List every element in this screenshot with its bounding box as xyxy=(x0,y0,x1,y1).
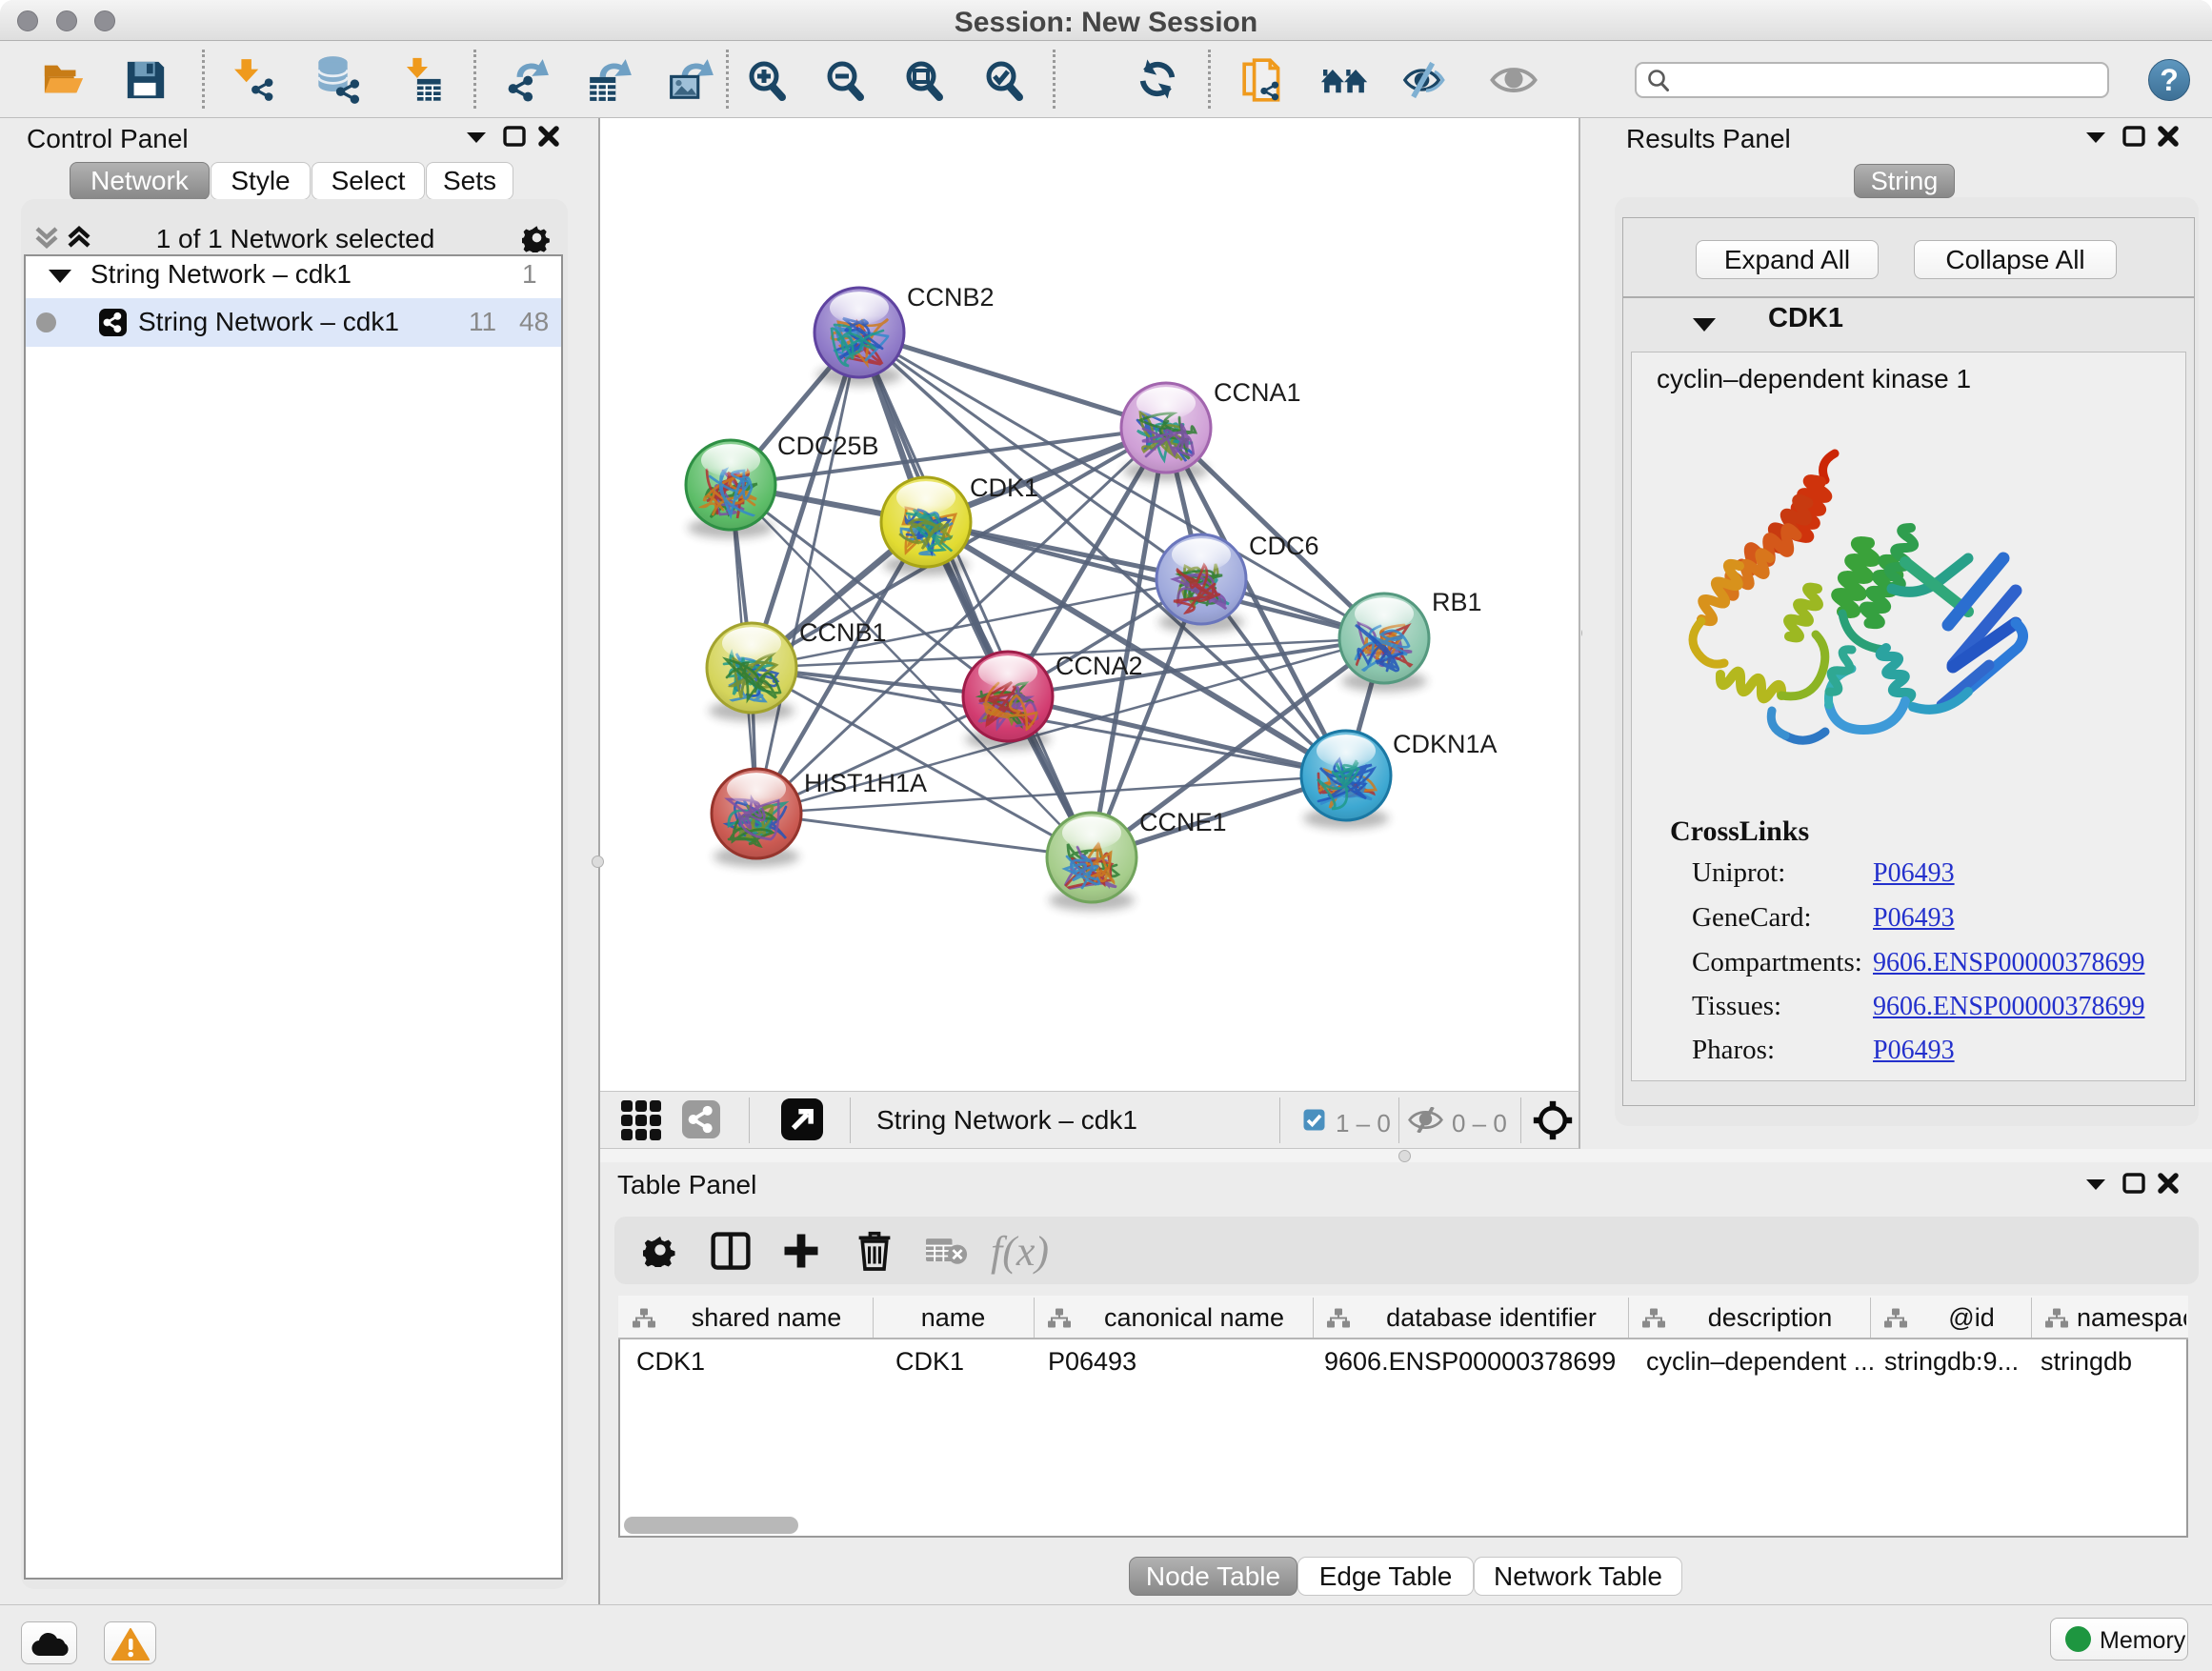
svg-text:CCNE1: CCNE1 xyxy=(1139,808,1227,836)
svg-text:CDC25B: CDC25B xyxy=(777,432,879,460)
svg-text:RB1: RB1 xyxy=(1432,588,1482,616)
svg-text:CCNB1: CCNB1 xyxy=(799,618,887,647)
svg-text:CDK1: CDK1 xyxy=(970,473,1038,502)
svg-text:CCNA1: CCNA1 xyxy=(1214,378,1301,407)
svg-text:CDC6: CDC6 xyxy=(1249,532,1319,560)
svg-text:CDKN1A: CDKN1A xyxy=(1393,730,1498,758)
svg-text:CCNA2: CCNA2 xyxy=(1056,652,1143,680)
svg-text:HIST1H1A: HIST1H1A xyxy=(804,769,927,797)
svg-text:CCNB2: CCNB2 xyxy=(907,283,995,312)
